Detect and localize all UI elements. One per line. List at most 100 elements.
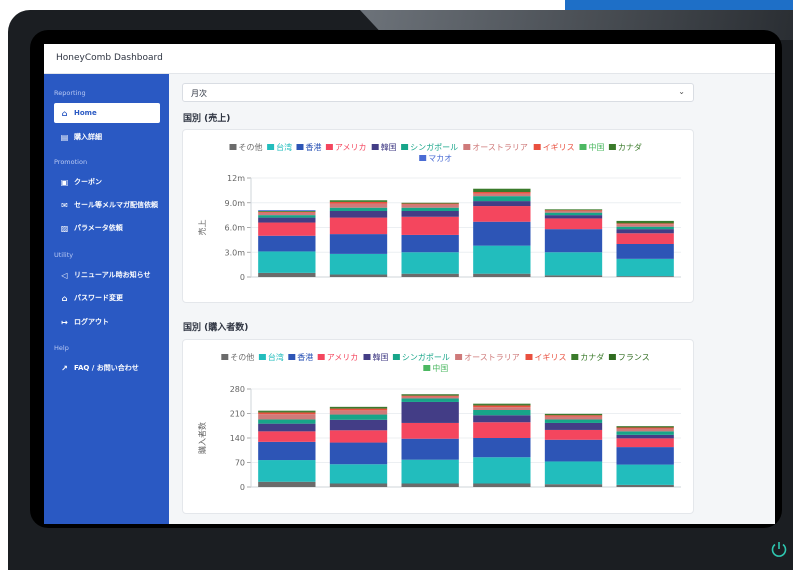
bar-segment [401,202,459,204]
bar-segment [473,407,531,410]
bar-segment [258,431,316,442]
bar-segment [258,210,316,211]
app-window: HoneyComb Dashboard Reporting ⌂ Home ▤ 購… [44,44,775,524]
bar-segment [401,273,459,277]
bar-segment [544,413,603,415]
bar-segment [616,258,674,277]
sidebar-item-label: 購入詳細 [74,133,102,141]
chevron-down-icon: ⌄ [678,87,685,96]
legend-swatch [423,365,431,371]
bar-segment [401,459,459,484]
bar-segment [473,457,531,484]
bar-segment [616,426,674,427]
legend-label: マカオ [428,154,452,163]
bar-segment [473,415,531,423]
sidebar-item-renewal-notice[interactable]: ◁ リニューアル時お知らせ [54,265,160,285]
bar-segment [401,204,459,208]
sidebar-item-purchase-details[interactable]: ▤ 購入詳細 [54,127,160,147]
legend-swatch [455,354,463,360]
legend-label: シンガポール [402,352,450,362]
sidebar-item-logout[interactable]: ↦ ログアウト [54,312,160,332]
sidebar-item-home[interactable]: ⌂ Home [54,103,160,123]
mail-icon: ✉ [61,200,68,210]
home-icon: ⌂ [61,108,68,118]
bar-segment [401,203,459,205]
legend-label: フランス [618,353,650,362]
bar-segment [258,222,316,236]
legend-label: イギリス [535,353,567,362]
buyers-chart: その他 台湾 香港 アメリカ 韓国 シンガポール オーストラリア イギリス カナダ フランス中国 0… [197,352,681,492]
bar-segment [329,430,388,443]
y-axis-label: 売上 [197,220,207,236]
sidebar-item-label: パスワード変更 [74,294,123,302]
bar-segment [616,224,674,227]
bar-segment [329,211,388,218]
legend-swatch [229,144,237,150]
legend-swatch [325,144,333,150]
bar-segment [544,416,603,420]
legend-label: イギリス [543,143,575,152]
bar-segment [329,217,388,235]
legend-label: シンガポール [410,142,458,152]
bar-segment [401,401,459,423]
power-icon[interactable] [769,539,789,559]
bar-segment [473,405,531,408]
legend-swatch [419,155,427,161]
bar-segment [473,206,531,222]
bar-segment [329,414,388,420]
bar-segment [401,398,459,402]
sidebar: Reporting ⌂ Home ▤ 購入詳細 Promotion ▣ クーポン… [44,74,169,524]
legend-label: 中国 [432,363,448,373]
bar-segment [544,218,603,230]
bar-segment [258,410,316,412]
y-tick-label: 3.0m [224,248,245,257]
sidebar-item-faq[interactable]: ↗ FAQ / お問い合わせ [54,358,160,378]
sidebar-section-help: Help [54,344,69,352]
bar-segment [258,215,316,218]
bar-segment [616,464,674,485]
bar-segment [401,395,459,397]
legend-swatch [533,144,541,150]
y-axis-label: 購入者数 [197,422,207,454]
bar-segment [329,253,388,275]
bar-segment [616,427,674,429]
period-select[interactable]: 月次 ⌄ [182,83,694,102]
bar-segment [258,235,316,252]
sidebar-item-parameter-request[interactable]: ▨ パラメータ依頼 [54,218,160,238]
bar-segment [401,216,459,235]
document-icon: ▤ [60,132,69,142]
bar-segment [544,439,603,462]
bar-segment [329,408,388,411]
bar-segment [329,207,388,211]
bar-segment [544,415,603,417]
sidebar-item-label: クーポン [74,178,102,186]
legend-label: 香港 [297,352,313,362]
bar-segment [329,410,388,415]
sales-chart: その他 台湾 香港 アメリカ 韓国 シンガポール オーストラリア イギリス 中国 カナダマカオ 0 3… [197,142,681,282]
bar-segment [258,411,316,413]
sidebar-item-label: FAQ / お問い合わせ [74,364,139,372]
bar-segment [258,423,316,432]
legend-swatch [371,144,379,150]
legend-label: その他 [239,142,263,152]
bar-segment [329,203,388,208]
legend-swatch [267,144,275,150]
sidebar-item-coupon[interactable]: ▣ クーポン [54,172,160,192]
bar-segment [329,442,388,465]
sidebar-item-newsletter-request[interactable]: ✉ セール等メルマガ配信依頼 [54,195,160,215]
bar-segment [329,200,388,202]
legend-swatch [288,354,296,360]
bar-segment [258,272,316,277]
bar-segment [401,394,459,395]
legend-label: 台湾 [268,352,284,362]
app-title: HoneyComb Dashboard [56,53,163,63]
bar-segment [616,484,674,487]
y-tick-label: 140 [230,434,245,443]
sidebar-section-utility: Utility [54,251,74,259]
bar-segment [258,212,316,216]
bar-segment [401,252,459,274]
bar-segment [401,211,459,217]
sales-chart-title: 国別 (売上) [183,114,231,124]
sidebar-item-change-password[interactable]: ⌂ パスワード変更 [54,288,160,308]
bar-segment [258,217,316,223]
